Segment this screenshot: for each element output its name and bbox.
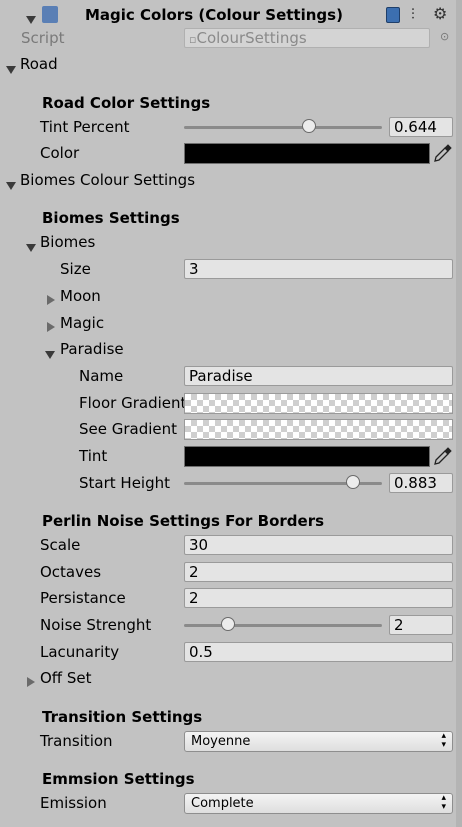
script-component-icon [42,6,58,23]
script-value: ColourSettings [196,29,307,47]
emission-label: Emission [40,794,107,812]
script-field: ▫ColourSettings [184,28,430,48]
object-picker-icon[interactable]: ⊙ [440,30,449,43]
foldout-arrow[interactable] [26,238,36,256]
noise-strenght-input[interactable]: 2 [389,615,453,635]
lacunarity-row: Lacunarity 0.5 [0,639,462,665]
emission-dropdown-value: Complete [191,796,254,811]
tint-percent-label: Tint Percent [40,118,130,136]
tint-percent-slider-knob[interactable] [302,119,317,133]
tint-label: Tint [79,447,108,465]
name-input[interactable]: Paradise [184,366,453,386]
persistance-row: Persistance 2 [0,585,462,611]
offset-foldout-label: Off Set [40,669,92,687]
foldout-arrow[interactable] [45,345,55,363]
script-label: Script [21,29,65,47]
floor-gradient-field[interactable] [184,393,453,414]
road-foldout-label: Road [20,55,58,73]
foldout-arrow[interactable] [47,318,55,336]
emission-section-title: Emmsion Settings [42,770,195,788]
foldout-arrow[interactable] [6,176,16,194]
biomes-foldout[interactable]: Biomes [0,229,462,255]
eyedropper-icon[interactable] [432,445,454,467]
road-color-swatch[interactable] [184,143,430,164]
road-color-label: Color [40,144,80,162]
preset-sliders-icon[interactable]: ⫶ [411,5,415,23]
scale-label: Scale [40,536,81,554]
transition-dropdown-value: Moyenne [191,734,251,749]
start-height-input[interactable]: 0.883 [389,473,453,493]
name-label: Name [79,367,124,385]
persistance-input[interactable]: 2 [184,588,453,608]
emission-row: Emission Complete ▴ ▾ [0,790,462,816]
perlin-section-title: Perlin Noise Settings For Borders [42,512,325,530]
noise-strenght-row: Noise Strenght 2 [0,612,462,638]
see-gradient-field[interactable] [184,419,453,440]
inspector-scrollbar[interactable] [456,0,462,827]
road-foldout[interactable]: Road [0,51,462,77]
biome-item-label: Paradise [60,340,124,358]
tint-percent-slider-track[interactable] [184,126,382,129]
foldout-arrow[interactable] [27,673,35,691]
road-section-header: Road Color Settings [0,90,462,116]
biomes-colour-foldout-label: Biomes Colour Settings [20,171,196,189]
road-section-title: Road Color Settings [42,94,211,112]
tint-percent-input[interactable]: 0.644 [389,117,453,137]
floor-gradient-row: Floor Gradient [0,390,462,416]
persistance-label: Persistance [40,589,126,607]
noise-strenght-slider-knob[interactable] [220,617,235,631]
gear-icon[interactable]: ⚙ [433,4,447,23]
transition-section-header: Transition Settings [0,704,462,730]
noise-strenght-slider-track[interactable] [184,624,382,627]
biome-item-paradise[interactable]: Paradise [0,336,462,362]
scale-row: Scale 30 [0,532,462,558]
start-height-label: Start Height [79,474,170,492]
biomes-size-row: Size 3 [0,256,462,282]
emission-section-header: Emmsion Settings [0,766,462,792]
biomes-colour-foldout[interactable]: Biomes Colour Settings [0,167,462,193]
floor-gradient-label: Floor Gradient [79,394,187,412]
offset-foldout[interactable]: Off Set [0,665,462,691]
perlin-section-header: Perlin Noise Settings For Borders [0,508,462,534]
transition-label: Transition [40,732,113,750]
tint-color-swatch[interactable] [184,446,430,467]
lacunarity-label: Lacunarity [40,643,120,661]
biomes-section-title: Biomes Settings [42,209,180,227]
biome-item-label: Magic [60,314,105,332]
emission-dropdown[interactable]: Complete ▴ ▾ [184,793,453,814]
octaves-label: Octaves [40,563,102,581]
eyedropper-icon[interactable] [432,142,454,164]
help-book-icon[interactable] [386,7,400,23]
transition-dropdown[interactable]: Moyenne ▴ ▾ [184,731,453,752]
transition-row: Transition Moyenne ▴ ▾ [0,728,462,754]
paradise-name-row: Name Paradise [0,363,462,389]
road-color-row: Color [0,140,462,166]
biome-item-magic[interactable]: Magic [0,310,462,336]
biome-item-moon[interactable]: Moon [0,283,462,309]
biome-item-label: Moon [60,287,101,305]
see-gradient-row: See Gradient [0,416,462,442]
start-height-slider-knob[interactable] [346,475,361,489]
foldout-arrow[interactable] [6,60,16,78]
noise-strenght-label: Noise Strenght [40,616,152,634]
lacunarity-input[interactable]: 0.5 [184,642,453,662]
dropdown-arrows-icon: ▴ ▾ [441,793,446,812]
script-row: Script ▫ColourSettings ⊙ [0,25,462,51]
start-height-row: Start Height 0.883 [0,470,462,496]
size-input[interactable]: 3 [184,259,453,279]
biomes-foldout-label: Biomes [40,233,96,251]
size-label: Size [60,260,91,278]
foldout-arrow[interactable] [47,291,55,309]
transition-section-title: Transition Settings [42,708,203,726]
scale-input[interactable]: 30 [184,535,453,555]
dropdown-arrows-icon: ▴ ▾ [441,731,446,750]
biomes-section-header: Biomes Settings [0,205,462,231]
paradise-tint-row: Tint [0,443,462,469]
see-gradient-label: See Gradient [79,420,178,438]
octaves-row: Octaves 2 [0,559,462,585]
tint-percent-row: Tint Percent 0.644 [0,114,462,140]
octaves-input[interactable]: 2 [184,562,453,582]
